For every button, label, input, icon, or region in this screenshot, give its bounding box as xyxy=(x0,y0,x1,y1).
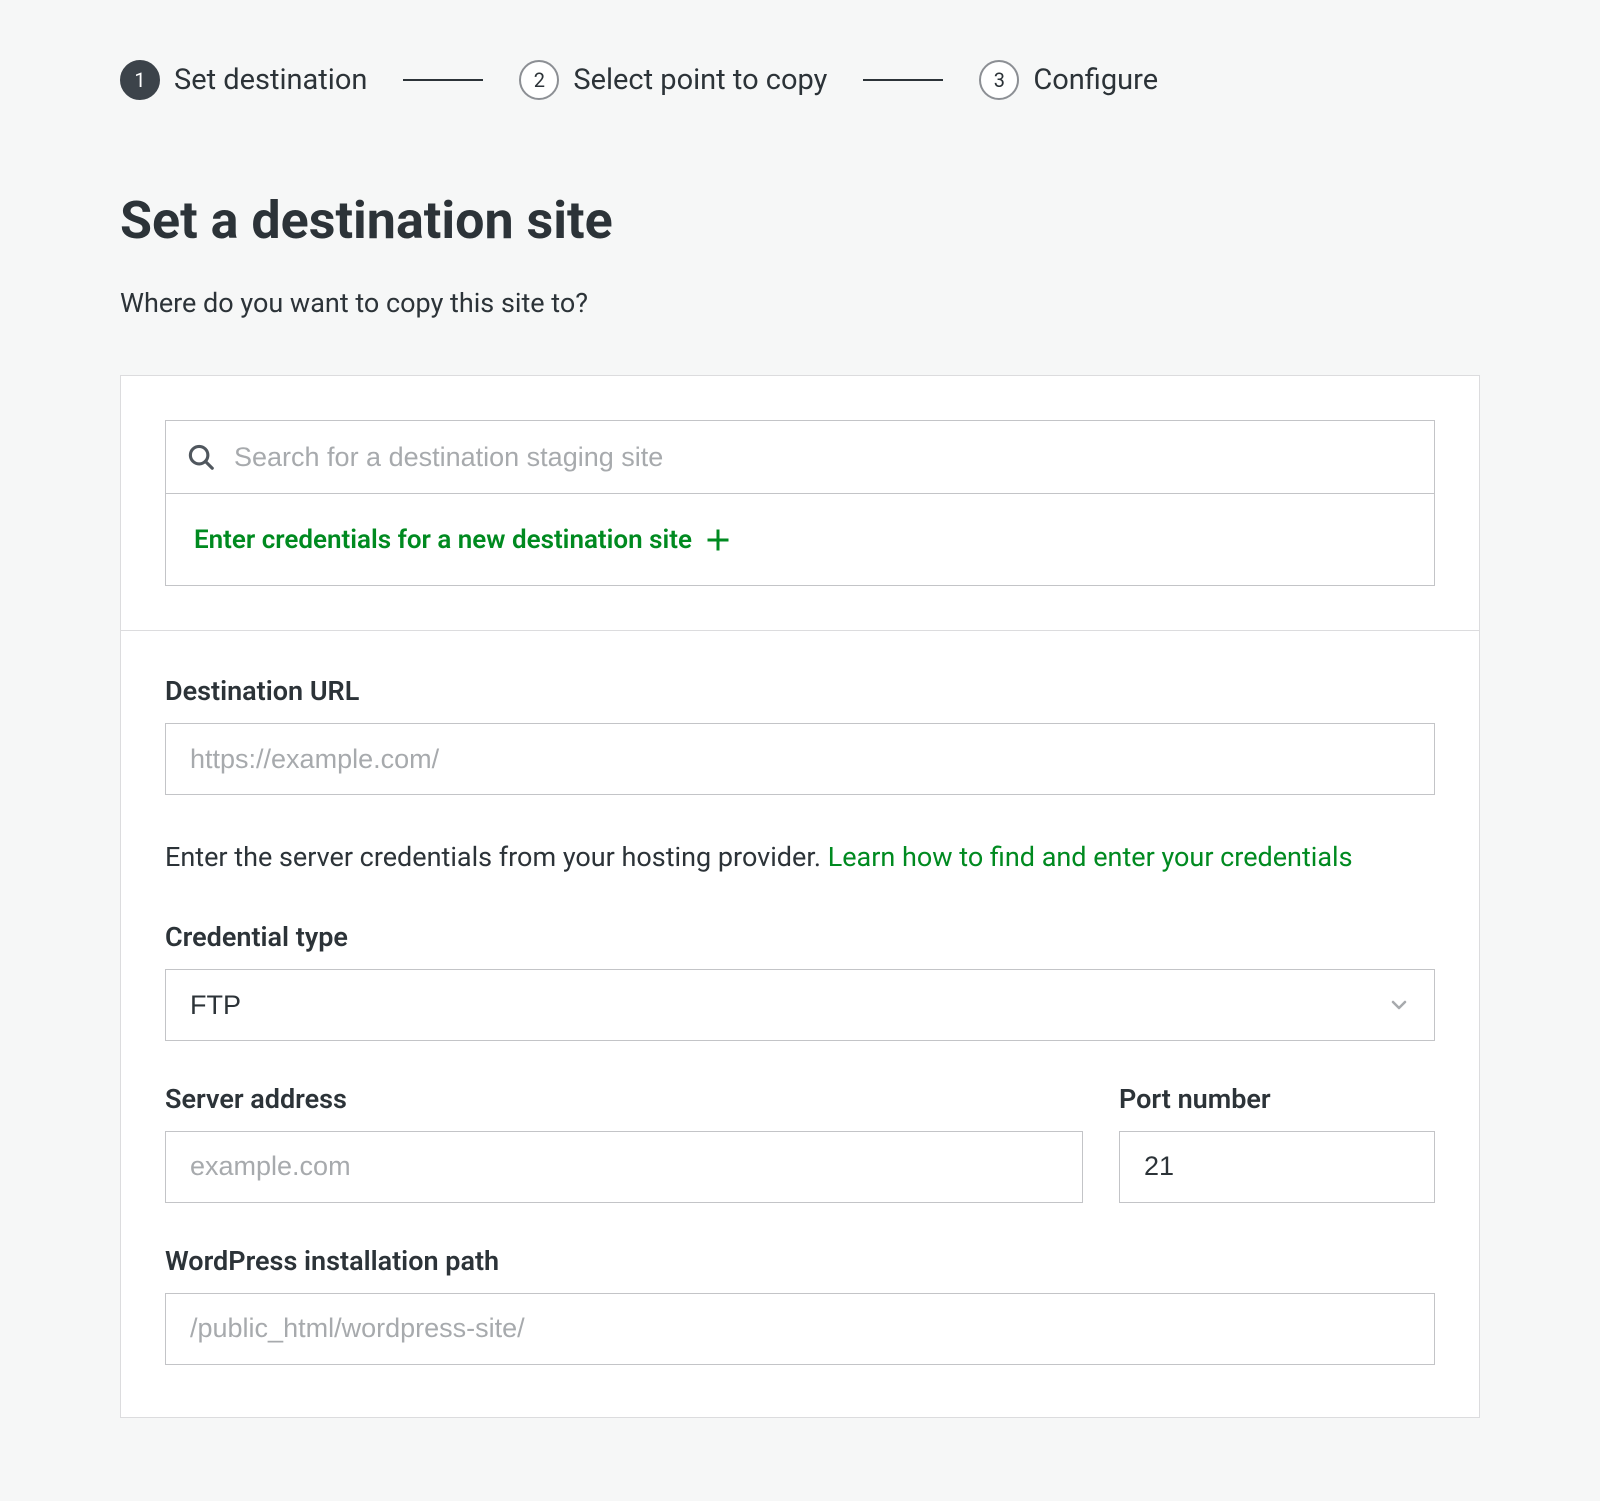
field-wp-install-path: WordPress installation path xyxy=(165,1245,1435,1365)
destination-search-input[interactable] xyxy=(234,421,1414,493)
wizard-stepper: 1 Set destination 2 Select point to copy… xyxy=(120,60,1480,100)
credentials-helper-text: Enter the server credentials from your h… xyxy=(165,837,1435,879)
step-label: Select point to copy xyxy=(573,63,827,97)
credential-type-select[interactable]: FTP xyxy=(165,969,1435,1041)
port-number-input[interactable] xyxy=(1119,1131,1435,1203)
port-number-label: Port number xyxy=(1119,1083,1435,1115)
learn-credentials-link[interactable]: Learn how to find and enter your credent… xyxy=(828,841,1353,873)
destination-url-input[interactable] xyxy=(165,723,1435,795)
step-select-point[interactable]: 2 Select point to copy xyxy=(519,60,827,100)
field-credential-type: Credential type FTP xyxy=(165,921,1435,1041)
step-set-destination[interactable]: 1 Set destination xyxy=(120,60,367,100)
page-subtitle: Where do you want to copy this site to? xyxy=(120,287,1480,319)
destination-url-label: Destination URL xyxy=(165,675,1435,707)
step-separator xyxy=(863,79,943,81)
field-server-address: Server address xyxy=(165,1083,1083,1203)
search-wrap xyxy=(165,420,1435,494)
helper-text-before: Enter the server credentials from your h… xyxy=(165,841,828,873)
step-number: 3 xyxy=(979,60,1019,100)
step-configure[interactable]: 3 Configure xyxy=(979,60,1158,100)
wp-install-path-input[interactable] xyxy=(165,1293,1435,1365)
credential-type-label: Credential type xyxy=(165,921,1435,953)
step-number: 1 xyxy=(120,60,160,100)
step-separator xyxy=(403,79,483,81)
enter-credentials-new-destination[interactable]: Enter credentials for a new destination … xyxy=(165,494,1435,586)
server-address-input[interactable] xyxy=(165,1131,1083,1203)
plus-icon xyxy=(706,528,730,552)
step-label: Configure xyxy=(1033,63,1158,97)
step-label: Set destination xyxy=(174,63,367,97)
page-title: Set a destination site xyxy=(120,190,1480,251)
field-destination-url: Destination URL xyxy=(165,675,1435,795)
wp-install-path-label: WordPress installation path xyxy=(165,1245,1435,1277)
search-icon xyxy=(186,442,216,472)
field-port-number: Port number xyxy=(1119,1083,1435,1203)
server-address-label: Server address xyxy=(165,1083,1083,1115)
step-number: 2 xyxy=(519,60,559,100)
destination-search-card: Enter credentials for a new destination … xyxy=(120,375,1480,631)
credentials-form: Destination URL Enter the server credent… xyxy=(120,631,1480,1418)
new-destination-label: Enter credentials for a new destination … xyxy=(194,525,692,555)
